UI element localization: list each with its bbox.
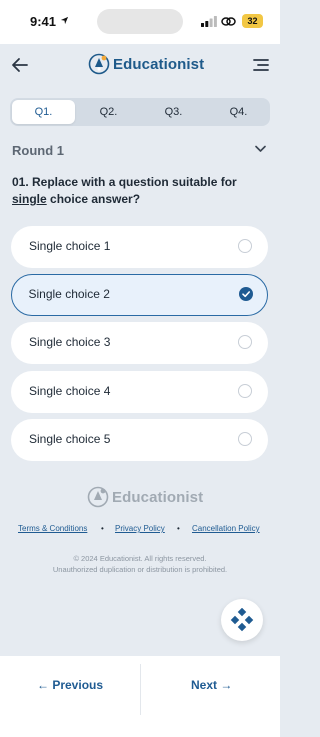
- educationist-logo-icon: [88, 53, 110, 75]
- radio-unchecked-icon: [238, 239, 252, 253]
- educationist-logo-icon: [87, 486, 109, 508]
- question-tabs: Q1. Q2. Q3. Q4.: [10, 98, 270, 126]
- dynamic-island: [97, 9, 183, 34]
- separator-dot: •: [177, 524, 180, 533]
- battery-indicator: 32: [242, 14, 263, 28]
- radio-unchecked-icon: [238, 432, 252, 446]
- choice-label: Single choice 5: [29, 432, 111, 446]
- round-selector[interactable]: Round 1: [12, 141, 270, 161]
- app-header: Educationist: [0, 44, 280, 86]
- choice-option[interactable]: Single choice 5: [11, 419, 268, 461]
- chevron-down-icon: [255, 145, 266, 152]
- radio-checked-icon: [238, 286, 253, 301]
- floating-action-button[interactable]: [221, 599, 263, 641]
- tab-q3[interactable]: Q3.: [142, 100, 205, 124]
- footer-brand-name: Educationist: [112, 488, 204, 506]
- tab-q2[interactable]: Q2.: [77, 100, 140, 124]
- privacy-link[interactable]: Privacy Policy: [115, 524, 165, 533]
- status-bar: 9:41 32: [0, 0, 280, 44]
- question-prefix: 01. Replace with a question suitable for: [12, 175, 237, 189]
- copyright-line-2: Unauthorized duplication or distribution…: [52, 565, 228, 574]
- choice-option[interactable]: Single choice 4: [11, 371, 268, 413]
- choice-label: Single choice 4: [29, 384, 111, 398]
- signal-icon: [201, 16, 217, 27]
- terms-link[interactable]: Terms & Conditions: [18, 524, 87, 533]
- choice-option[interactable]: Single choice 1: [11, 226, 268, 268]
- choice-label: Single choice 1: [29, 239, 111, 253]
- nav-divider: [140, 664, 141, 715]
- choice-label: Single choice 3: [29, 335, 111, 349]
- tab-q1[interactable]: Q1.: [12, 100, 75, 124]
- brand-name: Educationist: [113, 55, 205, 73]
- separator-dot: •: [101, 524, 104, 533]
- question-underlined-word: single: [12, 192, 47, 206]
- question-suffix: choice answer?: [46, 192, 141, 206]
- next-button[interactable]: Next →: [191, 678, 232, 692]
- location-arrow-icon: [60, 16, 69, 25]
- footer-brand-logo: Educationist: [87, 486, 203, 508]
- choice-option-selected[interactable]: Single choice 2: [11, 274, 268, 316]
- radio-unchecked-icon: [238, 384, 252, 398]
- radio-unchecked-icon: [238, 335, 252, 349]
- copyright-line-1: © 2024 Educationist. All rights reserved…: [73, 554, 207, 563]
- round-label: Round 1: [12, 143, 64, 158]
- question-text: 01. Replace with a question suitable for…: [12, 174, 267, 208]
- choice-label: Single choice 2: [28, 286, 110, 301]
- brand-logo: Educationist: [88, 52, 204, 76]
- copyright-text: © 2024 Educationist. All rights reserved…: [0, 553, 280, 575]
- previous-button[interactable]: ← Previous: [37, 678, 103, 692]
- diamond-grid-icon: [230, 608, 254, 632]
- menu-icon[interactable]: [252, 57, 270, 73]
- choice-option[interactable]: Single choice 3: [11, 322, 268, 364]
- footer-links: Terms & Conditions • Privacy Policy • Ca…: [0, 524, 280, 538]
- back-arrow-icon[interactable]: [10, 56, 30, 74]
- bottom-nav-bar: ← Previous Next →: [0, 656, 280, 737]
- tab-q4[interactable]: Q4.: [207, 100, 270, 124]
- status-time: 9:41: [30, 14, 57, 29]
- link-icon: [221, 17, 236, 26]
- cancellation-link[interactable]: Cancellation Policy: [192, 524, 260, 533]
